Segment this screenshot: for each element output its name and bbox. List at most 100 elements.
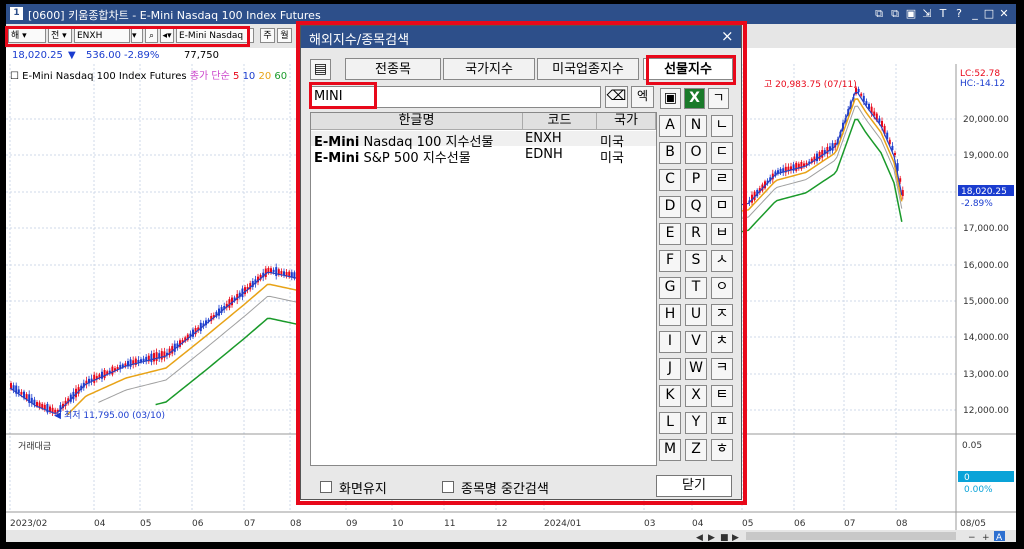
- key-8-1[interactable]: V: [685, 331, 707, 353]
- key-4-1[interactable]: R: [685, 223, 707, 245]
- key-hangul-1-2[interactable]: ㄷ: [711, 142, 733, 164]
- weekly-button[interactable]: 주: [260, 28, 275, 43]
- legend-name: E-Mini Nasdaq 100 Index Futures: [22, 71, 187, 82]
- key-10-1[interactable]: X: [685, 385, 707, 407]
- candle: [272, 269, 275, 273]
- zoom-out-icon[interactable]: −: [968, 533, 976, 542]
- key-6-0[interactable]: G: [659, 277, 681, 299]
- hc-label: HC:-14.12: [960, 79, 1005, 89]
- key-8-0[interactable]: I: [659, 331, 681, 353]
- middle-search-checkbox[interactable]: [442, 481, 454, 493]
- dialog-title: 해외지수/종목검색: [309, 33, 410, 48]
- minimize-icon[interactable]: _: [968, 6, 982, 21]
- excel-icon[interactable]: X: [684, 88, 705, 109]
- key-hangul-9-2[interactable]: ㅋ: [711, 358, 733, 380]
- key-hangul-7-2[interactable]: ㅈ: [711, 304, 733, 326]
- key-5-1[interactable]: S: [685, 250, 707, 272]
- key-hangul-4-2[interactable]: ㅂ: [711, 223, 733, 245]
- results-table: 한글명 코드 국가 E-Mini Nasdaq 100 지수선물 ENXH 미국…: [310, 112, 657, 466]
- scroll-thumb[interactable]: [746, 532, 956, 540]
- candle: [36, 402, 38, 406]
- key-hangul-8-2[interactable]: ㅊ: [711, 331, 733, 353]
- name-field: E-Mini Nasdaq: [176, 28, 254, 43]
- scroll-right-icon[interactable]: ▶: [708, 533, 715, 542]
- key-hangul-2-2[interactable]: ㄹ: [711, 169, 733, 191]
- key-6-1[interactable]: T: [685, 277, 707, 299]
- candle: [142, 358, 145, 361]
- code-input[interactable]: ENXH: [74, 28, 130, 43]
- maximize-icon[interactable]: □: [982, 6, 996, 21]
- candle: [795, 162, 798, 171]
- table-row[interactable]: E-Mini Nasdaq 100 지수선물 ENXH 미국: [311, 131, 656, 150]
- window-icon[interactable]: ▣: [904, 6, 918, 21]
- key-2-0[interactable]: C: [659, 169, 681, 191]
- date-tick-label: 04: [94, 519, 106, 529]
- price-tick-label: 12,000.00: [963, 406, 1009, 416]
- key-10-0[interactable]: K: [659, 385, 681, 407]
- eraser-icon[interactable]: ⌫: [605, 86, 628, 108]
- candle: [140, 359, 142, 362]
- zoom-in-icon[interactable]: +: [982, 533, 990, 542]
- pin-icon[interactable]: ⇲: [920, 6, 934, 21]
- key-9-0[interactable]: J: [659, 358, 681, 380]
- key-11-0[interactable]: L: [659, 412, 681, 434]
- legend-checkbox-icon[interactable]: ☐: [10, 71, 19, 82]
- close-button[interactable]: 닫기: [656, 475, 732, 497]
- price-tick-label: 13,000.00: [963, 370, 1009, 380]
- key-7-0[interactable]: H: [659, 304, 681, 326]
- monthly-button[interactable]: 월: [277, 28, 292, 43]
- date-tick-label: 09: [346, 519, 358, 529]
- row-name-match: E-Mini: [314, 151, 360, 166]
- panel-toggle-icon[interactable]: ▤: [310, 59, 331, 80]
- key-hangul-6-2[interactable]: ㅇ: [711, 277, 733, 299]
- key-hangul-12-2[interactable]: ㅎ: [711, 439, 733, 461]
- candle: [111, 366, 114, 375]
- key-hangul-11-2[interactable]: ㅍ: [711, 412, 733, 434]
- key-7-1[interactable]: U: [685, 304, 707, 326]
- key-1-0[interactable]: B: [659, 142, 681, 164]
- text-icon[interactable]: T: [936, 6, 950, 21]
- key-1-1[interactable]: O: [685, 142, 707, 164]
- row-code: ENXH: [525, 131, 562, 146]
- key-3-0[interactable]: D: [659, 196, 681, 218]
- search-icon[interactable]: ⌕: [145, 28, 158, 43]
- code-dropdown-icon[interactable]: ▾: [131, 28, 143, 43]
- search-input[interactable]: MINI: [310, 86, 601, 108]
- candle: [150, 353, 153, 363]
- restore-icon[interactable]: ⧉: [872, 6, 886, 21]
- key-12-1[interactable]: Z: [685, 439, 707, 461]
- key-9-1[interactable]: W: [685, 358, 707, 380]
- save-icon[interactable]: ▣: [660, 88, 681, 109]
- dialog-close-icon[interactable]: ×: [721, 27, 734, 45]
- tab-us-sector-index[interactable]: 미국업종지수: [537, 58, 639, 80]
- scroll-play-icon[interactable]: ▶: [732, 533, 739, 542]
- hangul-g-key[interactable]: ㄱ: [708, 88, 729, 109]
- scroll-stop-icon[interactable]: ■: [720, 533, 729, 542]
- key-5-0[interactable]: F: [659, 250, 681, 272]
- tab-all[interactable]: 전종목: [345, 58, 441, 80]
- key-4-0[interactable]: E: [659, 223, 681, 245]
- key-hangul-5-2[interactable]: ㅅ: [711, 250, 733, 272]
- history-button[interactable]: 엑: [631, 86, 654, 108]
- table-row[interactable]: E-Mini S&P 500 지수선물 EDNH 미국: [311, 147, 656, 166]
- key-0-0[interactable]: A: [659, 115, 681, 137]
- key-hangul-3-2[interactable]: ㅁ: [711, 196, 733, 218]
- scroll-left-icon[interactable]: ◀: [696, 533, 703, 542]
- keep-screen-checkbox[interactable]: [320, 481, 332, 493]
- market-select[interactable]: 해 ▾: [8, 28, 46, 43]
- key-12-0[interactable]: M: [659, 439, 681, 461]
- candle: [103, 370, 106, 379]
- key-hangul-10-2[interactable]: ㅌ: [711, 385, 733, 407]
- speaker-icon[interactable]: ◂▾: [160, 28, 174, 43]
- all-select[interactable]: 전 ▾: [48, 28, 72, 43]
- key-11-1[interactable]: Y: [685, 412, 707, 434]
- key-3-1[interactable]: Q: [685, 196, 707, 218]
- copy-icon[interactable]: ⧉: [888, 6, 902, 21]
- help-icon[interactable]: ?: [952, 6, 966, 21]
- close-icon[interactable]: ✕: [997, 6, 1011, 21]
- key-hangul-0-2[interactable]: ㄴ: [711, 115, 733, 137]
- tab-country-index[interactable]: 국가지수: [443, 58, 535, 80]
- tab-futures-index[interactable]: 선물지수: [643, 58, 733, 80]
- key-2-1[interactable]: P: [685, 169, 707, 191]
- key-0-1[interactable]: N: [685, 115, 707, 137]
